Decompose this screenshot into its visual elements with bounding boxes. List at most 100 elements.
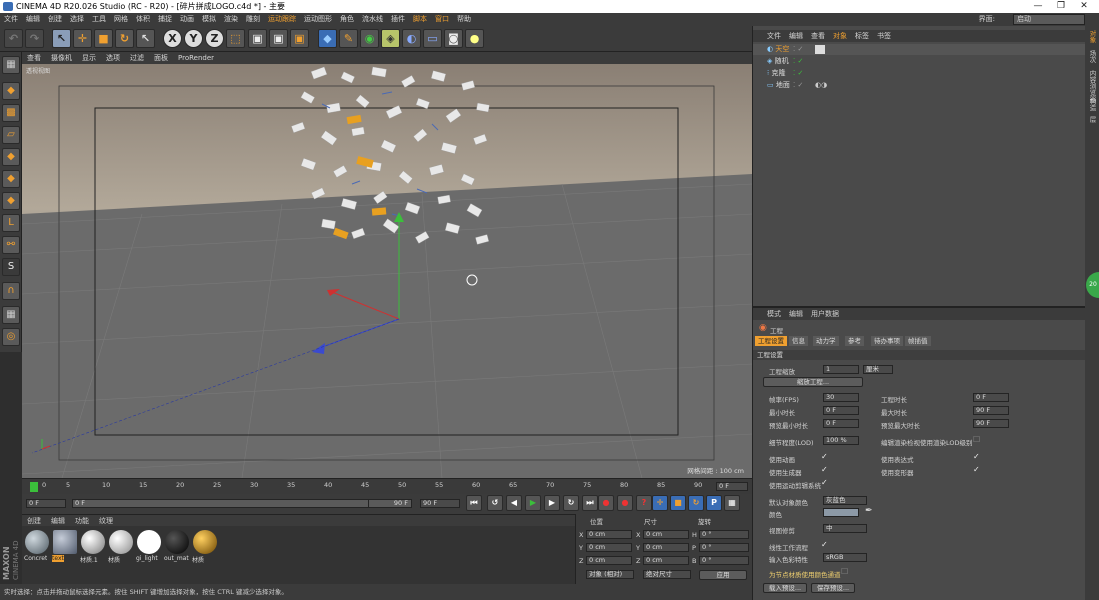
key-param-icon[interactable]: P — [706, 495, 722, 511]
position-z-field[interactable]: 0 cm — [586, 556, 632, 565]
goto-start-icon[interactable]: ⏮ — [466, 495, 482, 511]
render-lod-checkbox[interactable]: ☐ — [973, 435, 980, 444]
attr-menu-mode[interactable]: 模式 — [763, 308, 785, 320]
material-swatch[interactable]: 材质 — [108, 530, 134, 568]
menu-window[interactable]: 窗口 — [431, 13, 453, 26]
object-row-cloner[interactable]: ⁝ 克隆 ⁚ ✓ — [753, 68, 1086, 79]
view-clipping-dropdown[interactable]: 中 — [823, 524, 867, 533]
obj-menu-file[interactable]: 文件 — [763, 30, 785, 42]
menu-motion-tracker[interactable]: 运动跟踪 — [264, 13, 300, 26]
move-icon[interactable]: ✛ — [73, 29, 92, 48]
menu-help[interactable]: 帮助 — [453, 13, 475, 26]
deformer-icon[interactable]: ◐ — [402, 29, 421, 48]
coordinate-system-icon[interactable]: ⬚ — [226, 29, 245, 48]
pen-icon[interactable]: ✎ — [339, 29, 358, 48]
menu-pipeline[interactable]: 流水线 — [358, 13, 387, 26]
minimize-button[interactable]: — — [1027, 0, 1049, 13]
rotation-p-field[interactable]: 0 ° — [699, 543, 749, 552]
live-select-icon[interactable]: ↖ — [52, 29, 71, 48]
object-row-floor[interactable]: ▭ 地面 ⁚ ✓ ◐◑ — [753, 80, 1086, 91]
subdivision-icon[interactable]: ◉ — [360, 29, 379, 48]
size-x-field[interactable]: 0 cm — [643, 530, 689, 539]
side-tab-layers[interactable]: 层 — [1087, 116, 1097, 123]
camera-icon[interactable]: ◙ — [444, 29, 463, 48]
floor-icon[interactable]: ▭ — [423, 29, 442, 48]
enabled-check-icon[interactable]: ⁚ ✓ — [793, 56, 803, 67]
eyedropper-icon[interactable]: ✒ — [865, 506, 873, 516]
next-key-icon[interactable]: ↻ — [563, 495, 579, 511]
menu-snap[interactable]: 捕捉 — [154, 13, 176, 26]
menu-edit[interactable]: 编辑 — [22, 13, 44, 26]
tab-reference[interactable]: 参考 — [845, 336, 864, 346]
scale-icon[interactable]: ■ — [94, 29, 113, 48]
enabled-check-icon[interactable]: ⁚ ✓ — [793, 68, 803, 79]
max-time-field[interactable]: 90 F — [973, 406, 1009, 415]
menu-create[interactable]: 创建 — [44, 13, 66, 26]
render-picture-viewer-icon[interactable]: ▣ — [269, 29, 288, 48]
prev-key-icon[interactable]: ↺ — [487, 495, 503, 511]
range-slider-end[interactable]: 90 F — [368, 499, 412, 508]
menu-simulate[interactable]: 模拟 — [198, 13, 220, 26]
perspective-viewport[interactable]: 透视视图 网格间距 : 100 cm — [22, 64, 752, 478]
tab-project-settings[interactable]: 工程设置 — [755, 336, 787, 346]
grid-lock-icon[interactable]: ▦ — [2, 306, 20, 324]
attr-menu-userdata[interactable]: 用户数据 — [807, 308, 843, 320]
key-scale-icon[interactable]: ■ — [670, 495, 686, 511]
menu-mograph[interactable]: 运动图形 — [300, 13, 336, 26]
play-icon[interactable]: ▶ — [525, 495, 541, 511]
tab-dynamics[interactable]: 动力学 — [813, 336, 839, 346]
polygons-mode-icon[interactable]: ◆ — [2, 192, 20, 210]
cube-icon[interactable]: ◆ — [318, 29, 337, 48]
rotation-b-field[interactable]: 0 ° — [699, 556, 749, 565]
texture-mode-icon[interactable]: ▩ — [2, 104, 20, 122]
menu-script[interactable]: 脚本 — [409, 13, 431, 26]
view-menu-display[interactable]: 显示 — [77, 52, 101, 64]
obj-menu-view[interactable]: 查看 — [807, 30, 829, 42]
input-color-profile-dropdown[interactable]: sRGB — [823, 553, 867, 562]
side-tab-objects[interactable]: 对象 — [1087, 30, 1097, 43]
position-y-field[interactable]: 0 cm — [586, 543, 632, 552]
view-menu-prorender[interactable]: ProRender — [173, 52, 219, 64]
obj-menu-bookmarks[interactable]: 书签 — [873, 30, 895, 42]
menu-volume[interactable]: 体积 — [132, 13, 154, 26]
position-x-field[interactable]: 0 cm — [586, 530, 632, 539]
project-time-field[interactable]: 0 F — [973, 393, 1009, 402]
tab-todo[interactable]: 待办事项 — [871, 336, 903, 346]
x-axis-icon[interactable]: X — [163, 29, 182, 48]
visibility-dots-icon[interactable]: ⁚ ✓ — [793, 80, 803, 91]
view-menu-view[interactable]: 查看 — [22, 52, 46, 64]
current-frame-field[interactable]: 0 F — [716, 482, 748, 491]
coord-mode-dropdown[interactable]: 对象 (相对) — [586, 570, 634, 579]
side-tab-structure[interactable]: 构造 — [1087, 98, 1097, 111]
apply-button[interactable]: 应用 — [699, 570, 747, 580]
preview-max-field[interactable]: 90 F — [973, 419, 1009, 428]
size-z-field[interactable]: 0 cm — [643, 556, 689, 565]
use-animation-checkbox[interactable]: ✓ — [821, 452, 828, 461]
use-deformers-checkbox[interactable]: ✓ — [973, 465, 980, 474]
solo-icon[interactable]: ◎ — [2, 328, 20, 346]
object-row-sky[interactable]: ◐ 天空 ⁚ ✓ — [753, 44, 1086, 55]
last-tool-icon[interactable]: ↖ — [136, 29, 155, 48]
workplane-icon[interactable]: ▱ — [2, 126, 20, 144]
rotate-icon[interactable]: ↻ — [115, 29, 134, 48]
tab-key-interpolation[interactable]: 帧插值 — [905, 336, 931, 346]
menu-animate[interactable]: 动画 — [176, 13, 198, 26]
start-frame-field[interactable]: 0 F — [26, 499, 66, 508]
close-button[interactable]: ✕ — [1073, 0, 1095, 13]
next-frame-icon[interactable]: ▶ — [544, 495, 560, 511]
obj-menu-objects[interactable]: 对象 — [829, 30, 851, 42]
save-preset-button[interactable]: 保存预设... — [811, 583, 855, 593]
mograph-cloner-icon[interactable]: ◈ — [381, 29, 400, 48]
key-rotation-icon[interactable]: ↻ — [688, 495, 704, 511]
timeline-playhead[interactable] — [30, 482, 38, 492]
color-swatch[interactable] — [823, 508, 859, 517]
visibility-dots-icon[interactable]: ⁚ ✓ — [793, 44, 803, 55]
linear-workflow-checkbox[interactable]: ✓ — [821, 540, 828, 549]
light-icon[interactable]: ● — [465, 29, 484, 48]
menu-mesh[interactable]: 网格 — [110, 13, 132, 26]
object-row-random[interactable]: ◈ 随机 ⁚ ✓ — [753, 56, 1086, 67]
rotation-h-field[interactable]: 0 ° — [699, 530, 749, 539]
make-editable-icon[interactable]: ▦ — [2, 56, 20, 74]
goto-end-icon[interactable]: ⏭ — [582, 495, 598, 511]
model-mode-icon[interactable]: ◆ — [2, 82, 20, 100]
